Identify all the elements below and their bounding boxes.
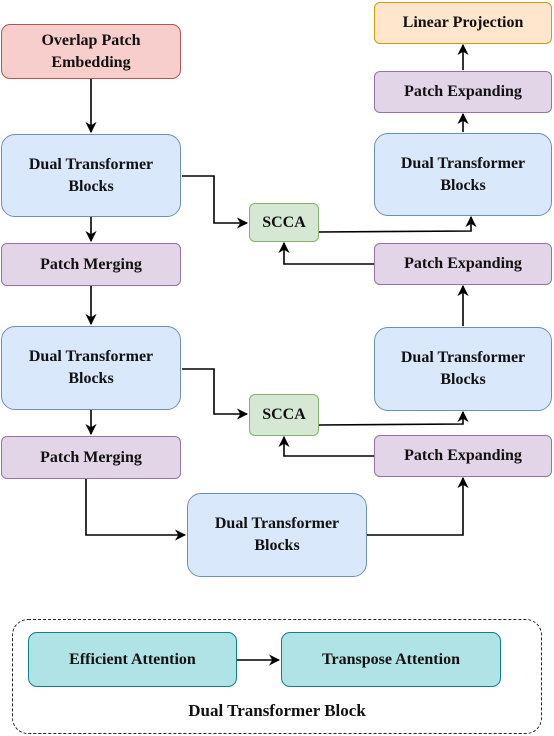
scca-block-1: SCCA (249, 203, 319, 242)
patch-expanding-top-label: Patch Expanding (404, 83, 522, 100)
arrow-bottleneck-to-expand-low (367, 476, 469, 536)
scca-1-label: SCCA (262, 213, 306, 231)
arrow-dtb2-to-scca2 (182, 368, 249, 420)
encoder-dtb2-label: Dual Transformer Blocks (28, 348, 154, 387)
patch-expanding-block-mid: Patch Expanding (374, 243, 552, 285)
patch-merging-1-label: Patch Merging (40, 255, 142, 273)
arrow-expand-low-to-scca2 (278, 435, 374, 457)
legend-caption: Dual Transformer Block (188, 701, 366, 720)
decoder-dtb-top-label: Dual Transformer Blocks (400, 154, 526, 194)
patch-expanding-block-low: Patch Expanding (374, 435, 552, 477)
patch-expanding-low-label: Patch Expanding (404, 447, 522, 464)
decoder-dual-transformer-blocks-mid: Dual Transformer Blocks (374, 327, 552, 411)
patch-expanding-block-top: Patch Expanding (374, 71, 552, 113)
scca-2-label: SCCA (262, 406, 306, 423)
overlap-patch-embedding-label: Overlap Patch Embedding (41, 31, 141, 71)
patch-merging-block-2: Patch Merging (1, 436, 181, 479)
patch-expanding-mid-label: Patch Expanding (404, 255, 522, 272)
arrow-dtb1-to-scca1 (182, 175, 249, 229)
arrow-scca1-to-dtb-top (318, 215, 477, 233)
arrow-scca2-to-dtb-mid (318, 410, 469, 426)
linear-projection-label: Linear Projection (402, 14, 524, 31)
efficient-attention-block: Efficient Attention (28, 632, 237, 687)
decoder-dual-transformer-blocks-top: Dual Transformer Blocks (374, 133, 552, 216)
encoder-dtb1-label: Dual Transformer Blocks (28, 155, 154, 195)
overlap-patch-embedding-block: Overlap Patch Embedding (1, 24, 181, 79)
encoder-dual-transformer-blocks-1: Dual Transformer Blocks (1, 134, 181, 217)
efficient-attention-label: Efficient Attention (69, 650, 196, 668)
transpose-attention-label: Transpose Attention (322, 650, 460, 668)
decoder-dtb-mid-label: Dual Transformer Blocks (400, 349, 526, 388)
encoder-dual-transformer-blocks-2: Dual Transformer Blocks (1, 326, 181, 410)
linear-projection-block: Linear Projection (374, 2, 552, 44)
patch-merging-2-label: Patch Merging (40, 448, 142, 466)
scca-block-2: SCCA (249, 394, 319, 436)
arrow-merge2-to-bottleneck (85, 479, 187, 541)
transpose-attention-block: Transpose Attention (281, 632, 501, 687)
bottleneck-dual-transformer-blocks: Dual Transformer Blocks (187, 493, 367, 577)
arrow-expand-mid-to-scca1 (278, 241, 374, 265)
patch-merging-block-1: Patch Merging (1, 243, 181, 286)
bottleneck-dtb-label: Dual Transformer Blocks (214, 515, 340, 554)
